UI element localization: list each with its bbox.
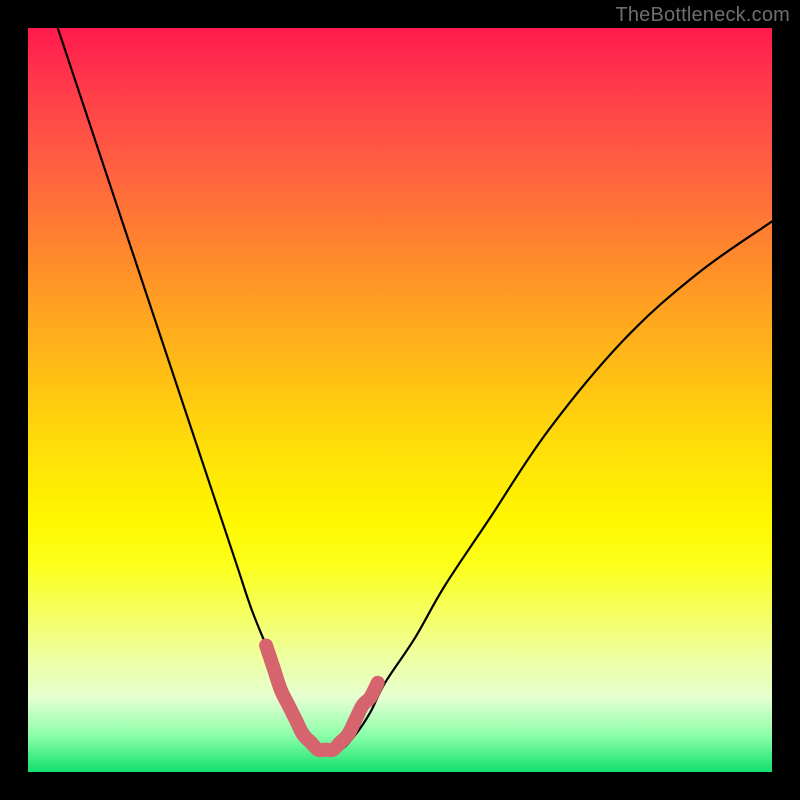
curve-layer (28, 28, 772, 772)
optimal-band-path (266, 646, 378, 751)
plot-area (28, 28, 772, 772)
chart-frame: TheBottleneck.com (0, 0, 800, 800)
watermark-text: TheBottleneck.com (615, 4, 790, 27)
bottleneck-curve-path (58, 28, 772, 752)
